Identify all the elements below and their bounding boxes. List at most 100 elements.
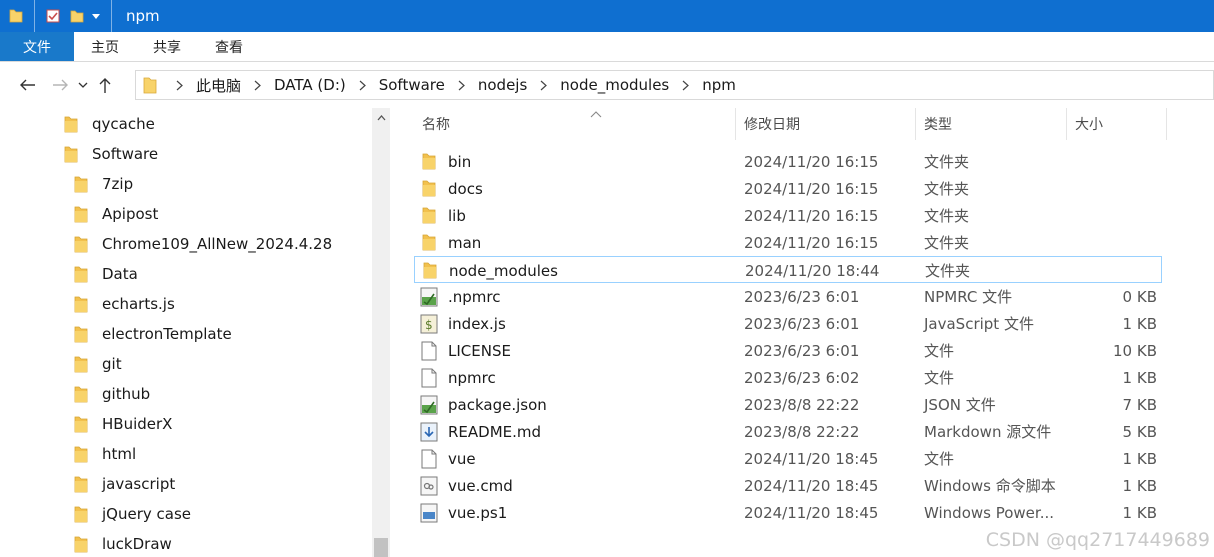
- file-row[interactable]: lib 2024/11/20 16:15 文件夹: [414, 202, 1162, 229]
- customize-dropdown-icon[interactable]: [91, 0, 101, 32]
- scroll-up-icon[interactable]: [372, 108, 390, 128]
- tree-item-label: Data: [102, 265, 138, 283]
- navigation-scrollbar[interactable]: [372, 108, 390, 557]
- file-name-cell: $ index.js: [418, 310, 506, 337]
- tree-item[interactable]: Software: [64, 139, 158, 169]
- file-type: 文件: [924, 450, 955, 468]
- tree-item[interactable]: qycache: [64, 109, 155, 139]
- file-row[interactable]: vue 2024/11/20 18:45 文件 1 KB: [414, 445, 1162, 472]
- folder-icon: [74, 536, 88, 553]
- chevron-right-icon[interactable]: [682, 80, 690, 91]
- tree-item[interactable]: luckDraw: [74, 529, 172, 557]
- new-folder-icon[interactable]: [69, 0, 85, 32]
- folder-icon: [74, 356, 88, 373]
- chevron-right-icon[interactable]: [254, 80, 261, 91]
- tab-file[interactable]: 文件: [0, 32, 74, 61]
- chevron-right-icon[interactable]: [176, 80, 183, 91]
- svg-text:$: $: [425, 318, 433, 332]
- tab-view[interactable]: 查看: [198, 32, 260, 61]
- file-name-cell: vue.ps1: [418, 499, 507, 526]
- up-arrow-icon[interactable]: [92, 70, 118, 100]
- tree-item[interactable]: html: [74, 439, 136, 469]
- tree-item-label: Software: [92, 145, 159, 163]
- column-header-type[interactable]: 类型: [916, 108, 1067, 140]
- markdown-file-icon: [418, 422, 440, 442]
- navigation-pane: qycache Software 7zip Apipost Chrome109_AllN…: [0, 108, 372, 557]
- back-arrow-icon[interactable]: [14, 70, 40, 100]
- file-row[interactable]: bin 2024/11/20 16:15 文件夹: [414, 148, 1162, 175]
- file-row[interactable]: docs 2024/11/20 16:15 文件夹: [414, 175, 1162, 202]
- chevron-right-icon[interactable]: [458, 80, 465, 91]
- address-bar[interactable]: 此电脑 DATA (D:) Software nodejs node_modul…: [135, 70, 1214, 100]
- file-row[interactable]: npmrc 2023/6/23 6:02 文件 1 KB: [414, 364, 1162, 391]
- recent-dropdown-icon[interactable]: [74, 70, 92, 100]
- navigation-bar: 此电脑 DATA (D:) Software nodejs node_modul…: [0, 62, 1214, 108]
- breadcrumb-this-pc[interactable]: 此电脑: [196, 75, 241, 96]
- tree-item[interactable]: jQuery case: [74, 499, 191, 529]
- file-row[interactable]: .npmrc 2023/6/23 6:01 NPMRC 文件 0 KB: [414, 283, 1162, 310]
- tree-item[interactable]: HBuiderX: [74, 409, 172, 439]
- scrollbar-thumb[interactable]: [374, 538, 388, 557]
- breadcrumb-drive[interactable]: DATA (D:): [274, 76, 346, 94]
- file-name-cell: bin: [418, 148, 471, 175]
- tree-item[interactable]: Data: [74, 259, 138, 289]
- folder-icon: [64, 146, 78, 163]
- divider: [111, 0, 112, 32]
- tree-item[interactable]: Chrome109_AllNew_2024.4.28: [74, 229, 332, 259]
- breadcrumb-npm[interactable]: npm: [702, 76, 736, 94]
- file-name-cell: README.md: [418, 418, 541, 445]
- file-date: 2023/6/23 6:01: [744, 314, 860, 333]
- file-row[interactable]: $ index.js 2023/6/23 6:01 JavaScript 文件 1 KB: [414, 310, 1162, 337]
- tree-item[interactable]: Apipost: [74, 199, 158, 229]
- file-row[interactable]: vue.cmd 2024/11/20 18:45 Windows 命令脚本 1 KB: [414, 472, 1162, 499]
- folder-icon: [418, 153, 440, 170]
- file-name: LICENSE: [448, 341, 511, 360]
- tree-item[interactable]: echarts.js: [74, 289, 175, 319]
- file-type: 文件夹: [924, 180, 970, 198]
- folder-icon: [74, 476, 88, 493]
- tab-home[interactable]: 主页: [74, 32, 136, 61]
- tree-item-label: HBuiderX: [102, 415, 173, 433]
- tree-item-label: echarts.js: [102, 295, 175, 313]
- breadcrumb-nodejs[interactable]: nodejs: [478, 76, 527, 94]
- column-header-date[interactable]: 修改日期: [736, 108, 916, 140]
- file-row[interactable]: vue.ps1 2024/11/20 18:45 Windows Power... 1…: [414, 499, 1162, 526]
- tree-item[interactable]: javascript: [74, 469, 175, 499]
- column-header-name[interactable]: 名称: [414, 108, 736, 140]
- file-row[interactable]: LICENSE 2023/6/23 6:01 文件 10 KB: [414, 337, 1162, 364]
- file-type: Windows Power...: [924, 503, 1055, 522]
- chevron-right-icon[interactable]: [359, 80, 366, 91]
- file-type: 文件夹: [924, 207, 970, 225]
- tree-item[interactable]: git: [74, 349, 122, 379]
- file-name: npmrc: [448, 368, 496, 387]
- tab-share[interactable]: 共享: [136, 32, 198, 61]
- file-name: node_modules: [449, 261, 558, 280]
- chevron-right-icon[interactable]: [540, 80, 548, 91]
- file-size: 7 KB: [1122, 395, 1157, 414]
- tree-item-label: electronTemplate: [102, 325, 232, 343]
- watermark: CSDN @qq2717449689: [985, 529, 1210, 551]
- file-row[interactable]: man 2024/11/20 16:15 文件夹: [414, 229, 1162, 256]
- file-row[interactable]: package.json 2023/8/8 22:22 JSON 文件 7 KB: [414, 391, 1162, 418]
- file-row[interactable]: README.md 2023/8/8 22:22 Markdown 源文件 5 KB: [414, 418, 1162, 445]
- column-header-size[interactable]: 大小: [1067, 108, 1167, 140]
- tree-item-label: 7zip: [102, 175, 134, 193]
- breadcrumb-node-modules[interactable]: node_modules: [560, 76, 669, 94]
- file-date: 2023/8/8 22:22: [744, 395, 860, 414]
- properties-icon[interactable]: [45, 0, 61, 32]
- file-size: 1 KB: [1122, 449, 1157, 468]
- tree-item[interactable]: 7zip: [74, 169, 133, 199]
- tree-item[interactable]: github: [74, 379, 150, 409]
- breadcrumb-software[interactable]: Software: [379, 76, 445, 94]
- tree-item[interactable]: electronTemplate: [74, 319, 232, 349]
- ribbon-tabs: 文件 主页 共享 查看: [0, 32, 1214, 62]
- forward-arrow-icon[interactable]: [48, 70, 74, 100]
- config-file-icon: [418, 395, 440, 415]
- file-name: README.md: [448, 422, 542, 441]
- folder-icon: [418, 180, 440, 197]
- file-date: 2023/6/23 6:01: [744, 287, 860, 306]
- file-row[interactable]: node_modules 2024/11/20 18:44 文件夹: [414, 256, 1162, 283]
- file-size: 10 KB: [1113, 341, 1157, 360]
- file-type: JavaScript 文件: [924, 315, 1034, 333]
- file-name: docs: [448, 179, 483, 198]
